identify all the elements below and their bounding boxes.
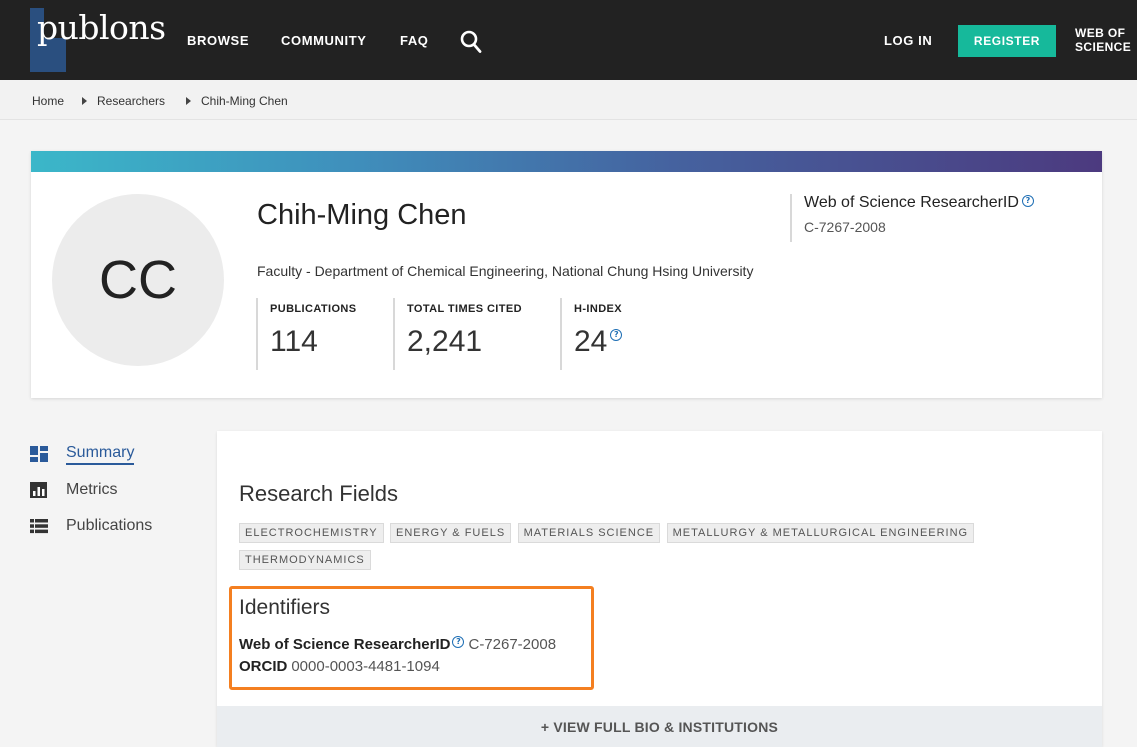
stat-value-row: 114: [270, 325, 356, 359]
stat-value-row: 2,241: [407, 325, 522, 359]
researcherid-box: Web of Science ResearcherID? C-7267-2008: [790, 194, 1034, 242]
web-of-science-link[interactable]: WEB OF SCIENCE: [1075, 26, 1137, 54]
nav-faq[interactable]: FAQ: [400, 33, 429, 48]
wos-link-line2: SCIENCE: [1075, 40, 1132, 54]
field-tag[interactable]: ELECTROCHEMISTRY: [239, 523, 384, 543]
breadcrumb-arrow-icon: [186, 97, 191, 105]
researcher-name: Chih-Ming Chen: [257, 199, 467, 231]
identifiers-highlight-box: [229, 586, 594, 690]
publons-logo[interactable]: publons: [30, 8, 170, 80]
field-tag[interactable]: MATERIALS SCIENCE: [517, 523, 661, 543]
breadcrumb-home[interactable]: Home: [32, 94, 64, 108]
stat-value: 24: [574, 325, 608, 358]
dashboard-icon: [30, 446, 48, 462]
stat-h-index[interactable]: H-INDEX 24?: [560, 298, 623, 370]
sidenav-label: Metrics: [66, 481, 118, 498]
bar-chart-icon: [30, 482, 48, 498]
view-full-bio-button[interactable]: + VIEW FULL BIO & INSTITUTIONS: [217, 706, 1102, 747]
profile-card-banner: [31, 151, 1102, 172]
research-field-tags: ELECTROCHEMISTRY ENERGY & FUELS MATERIAL…: [239, 523, 1099, 577]
stat-value-row: 24?: [574, 325, 623, 359]
researcherid-title: Web of Science ResearcherID: [804, 194, 1019, 211]
field-tag[interactable]: ENERGY & FUELS: [390, 523, 512, 543]
login-link[interactable]: LOG IN: [884, 33, 932, 48]
avatar: CC: [52, 194, 224, 366]
stat-value: 114: [270, 325, 318, 358]
stat-times-cited[interactable]: TOTAL TIMES CITED 2,241: [393, 298, 522, 370]
logo-text: publons: [37, 8, 166, 47]
researcherid-value: C-7267-2008: [804, 219, 886, 235]
stat-publications[interactable]: PUBLICATIONS 114: [256, 298, 356, 370]
researcherid-title-row: Web of Science ResearcherID?: [804, 194, 1034, 212]
stat-value: 2,241: [407, 325, 483, 358]
sidenav-item-summary[interactable]: Summary: [30, 441, 135, 467]
sidenav-label: Summary: [66, 444, 135, 465]
breadcrumb-current: Chih-Ming Chen: [201, 94, 288, 108]
stat-label: H-INDEX: [574, 303, 623, 315]
profile-card: CC Chih-Ming Chen Faculty - Department o…: [31, 151, 1102, 398]
sidenav-item-metrics[interactable]: Metrics: [30, 477, 118, 503]
top-navbar: publons BROWSE COMMUNITY FAQ LOG IN REGI…: [0, 0, 1137, 80]
field-tag[interactable]: METALLURGY & METALLURGICAL ENGINEERING: [666, 523, 975, 543]
help-icon[interactable]: ?: [1021, 195, 1034, 207]
stat-label: PUBLICATIONS: [270, 303, 357, 315]
help-icon[interactable]: ?: [610, 329, 623, 341]
breadcrumb-arrow-icon: [82, 97, 87, 105]
register-button[interactable]: REGISTER: [958, 25, 1056, 57]
search-icon[interactable]: [460, 30, 482, 54]
wos-link-line1: WEB OF: [1075, 26, 1126, 40]
stat-label: TOTAL TIMES CITED: [407, 303, 522, 315]
breadcrumb: Home Researchers Chih-Ming Chen: [0, 80, 1137, 120]
nav-community[interactable]: COMMUNITY: [281, 33, 367, 48]
nav-browse[interactable]: BROWSE: [187, 33, 249, 48]
field-tag[interactable]: THERMODYNAMICS: [239, 550, 371, 570]
sidenav-item-publications[interactable]: Publications: [30, 513, 152, 539]
sidenav-label: Publications: [66, 517, 153, 534]
list-icon: [30, 518, 48, 534]
researcher-affiliation: Faculty - Department of Chemical Enginee…: [257, 263, 754, 279]
research-fields-title: Research Fields: [239, 481, 398, 506]
breadcrumb-researchers[interactable]: Researchers: [97, 94, 165, 108]
